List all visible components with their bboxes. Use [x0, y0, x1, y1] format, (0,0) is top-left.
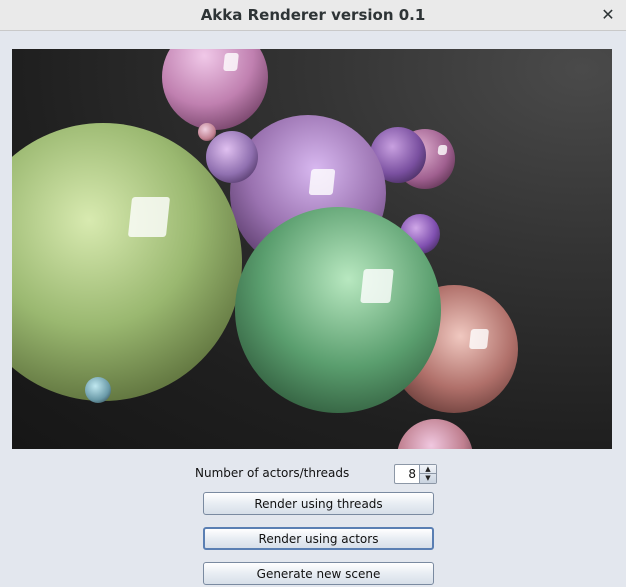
sphere-tiny-cyan: [85, 377, 111, 403]
highlight: [127, 197, 171, 237]
highlight: [360, 269, 394, 303]
threads-spinner[interactable]: 8 ▲ ▼: [394, 464, 437, 484]
sphere-bottom-pink: [397, 419, 473, 449]
title-bar: Akka Renderer version 0.1 ✕: [0, 0, 626, 31]
render-threads-button[interactable]: Render using threads: [203, 492, 434, 515]
spinner-buttons: ▲ ▼: [419, 465, 436, 483]
highlight: [308, 169, 336, 195]
close-icon[interactable]: ✕: [598, 5, 618, 25]
highlight: [468, 329, 490, 349]
sphere-top-pink: [162, 49, 268, 130]
sphere-small-purple: [206, 131, 258, 183]
window-title: Akka Renderer version 0.1: [200, 6, 426, 24]
render-actors-button[interactable]: Render using actors: [203, 527, 434, 550]
spin-up-icon[interactable]: ▲: [420, 465, 436, 474]
highlight: [437, 145, 448, 155]
threads-value[interactable]: 8: [395, 465, 418, 483]
threads-row: Number of actors/threads 8 ▲ ▼: [195, 464, 440, 484]
threads-label: Number of actors/threads: [195, 466, 350, 480]
highlight: [223, 53, 239, 71]
spin-down-icon[interactable]: ▼: [420, 474, 436, 483]
sphere-teal-green: [235, 207, 441, 413]
render-viewport: [12, 49, 612, 449]
generate-scene-button[interactable]: Generate new scene: [203, 562, 434, 585]
